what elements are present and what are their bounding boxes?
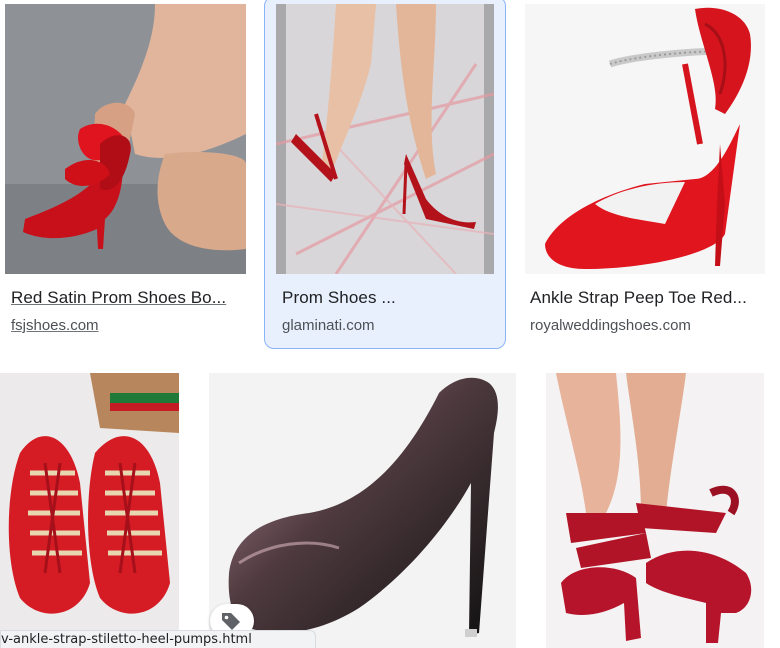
result-source-3[interactable]: royalweddingshoes.com	[530, 317, 691, 334]
result-title-1[interactable]: Red Satin Prom Shoes Bo...	[11, 288, 243, 308]
result-source-2[interactable]: glaminati.com	[282, 317, 375, 334]
result-thumbnail-2[interactable]	[276, 4, 494, 274]
status-url-tooltip: v-ankle-strap-stiletto-heel-pumps.html	[0, 630, 316, 648]
result-title-3[interactable]: Ankle Strap Peep Toe Red...	[530, 288, 770, 308]
result-thumbnail-4[interactable]	[0, 373, 179, 648]
result-title-2[interactable]: Prom Shoes ...	[282, 288, 492, 308]
tag-icon	[222, 613, 240, 630]
result-source-1[interactable]: fsjshoes.com	[11, 317, 99, 334]
result-thumbnail-5[interactable]	[209, 373, 516, 648]
result-thumbnail-1[interactable]	[5, 4, 246, 274]
result-thumbnail-6[interactable]	[546, 373, 764, 648]
result-thumbnail-3[interactable]	[525, 4, 765, 274]
